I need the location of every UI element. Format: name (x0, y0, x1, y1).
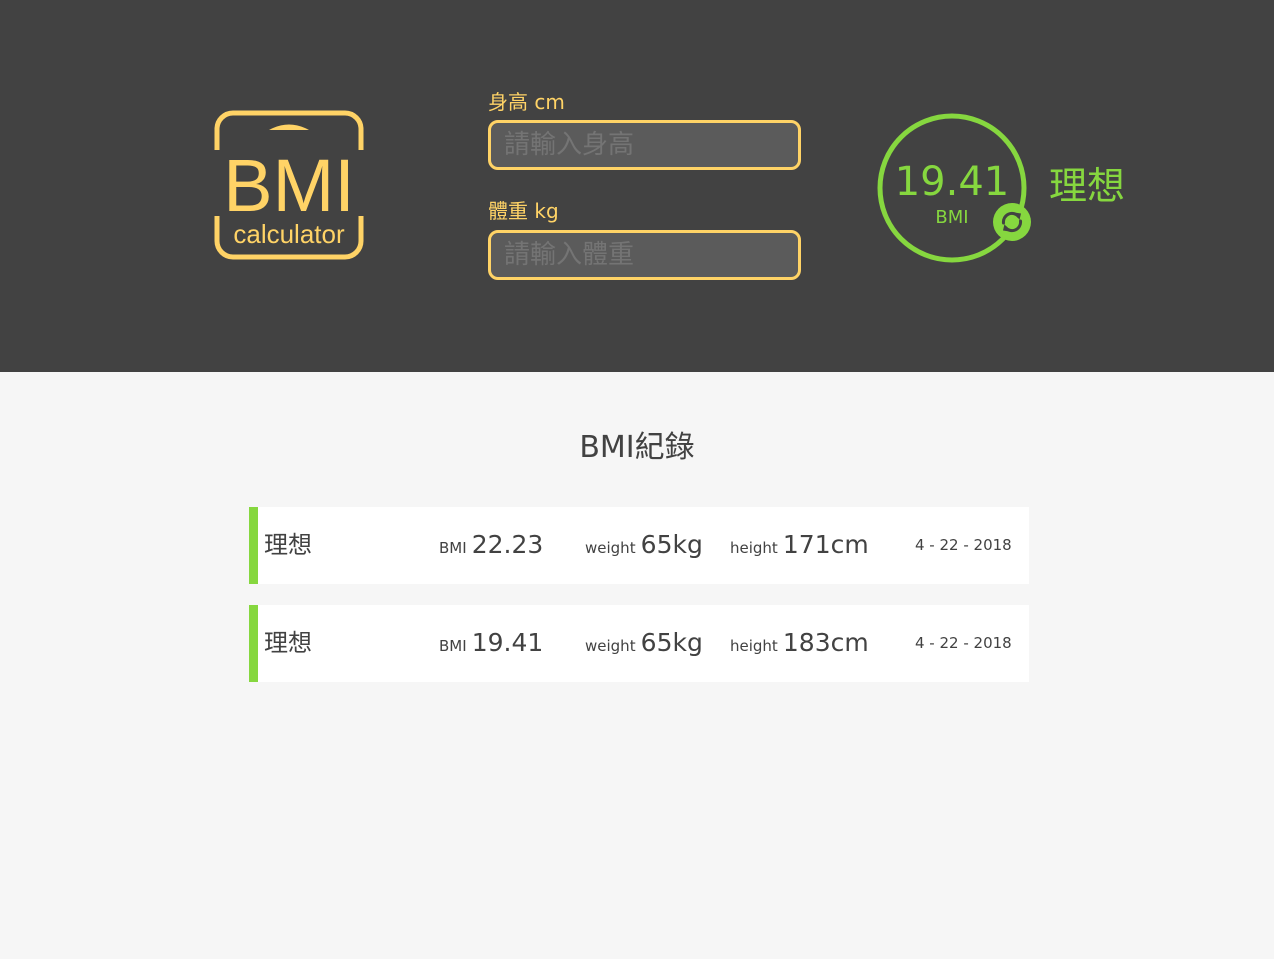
bmi-calculator-logo: BMI calculator (214, 110, 364, 260)
header-bar: BMI calculator 身高 cm 體重 kg 19.41 BMI 理想 (0, 0, 1274, 372)
status-color-bar (249, 507, 258, 584)
reset-button[interactable] (993, 203, 1031, 241)
record-weight-label: weight (585, 637, 636, 655)
record-bmi: BMI 22.23 (439, 529, 543, 564)
record-bmi-label: BMI (439, 637, 467, 655)
svg-text:calculator: calculator (233, 219, 345, 249)
record-height-value: 183cm (782, 628, 869, 657)
record-status: 理想 (264, 629, 312, 657)
record-height: height 171cm (730, 529, 869, 564)
records-title: BMI紀錄 (579, 430, 695, 465)
record-status: 理想 (264, 531, 312, 559)
record-bmi-value: 19.41 (471, 628, 544, 657)
record-row: 理想 BMI 22.23 weight 65kg height 171cm 4 … (249, 507, 1029, 584)
record-bmi-label: BMI (439, 539, 467, 557)
record-weight-value: 65kg (640, 530, 703, 559)
record-row: 理想 BMI 19.41 weight 65kg height 183cm 4 … (249, 605, 1029, 682)
record-weight-value: 65kg (640, 628, 703, 657)
svg-text:BMI: BMI (223, 144, 355, 227)
record-weight: weight 65kg (585, 529, 703, 564)
records-list: 理想 BMI 22.23 weight 65kg height 171cm 4 … (249, 507, 1029, 703)
record-height-label: height (730, 539, 778, 557)
record-date: 4 - 22 - 2018 (915, 536, 1012, 554)
record-height-label: height (730, 637, 778, 655)
result-bmi-value: 19.41 (894, 159, 1010, 205)
height-field-label: 身高 cm (488, 90, 565, 114)
record-weight: weight 65kg (585, 627, 703, 662)
record-height-value: 171cm (782, 530, 869, 559)
record-bmi: BMI 19.41 (439, 627, 543, 662)
weight-input[interactable] (488, 230, 801, 280)
weight-field-label: 體重 kg (488, 199, 559, 223)
record-bmi-value: 22.23 (471, 530, 544, 559)
record-height: height 183cm (730, 627, 869, 662)
record-date: 4 - 22 - 2018 (915, 634, 1012, 652)
result-status-text: 理想 (1049, 164, 1126, 208)
status-color-bar (249, 605, 258, 682)
height-input[interactable] (488, 120, 801, 170)
record-weight-label: weight (585, 539, 636, 557)
refresh-icon (1001, 211, 1023, 233)
